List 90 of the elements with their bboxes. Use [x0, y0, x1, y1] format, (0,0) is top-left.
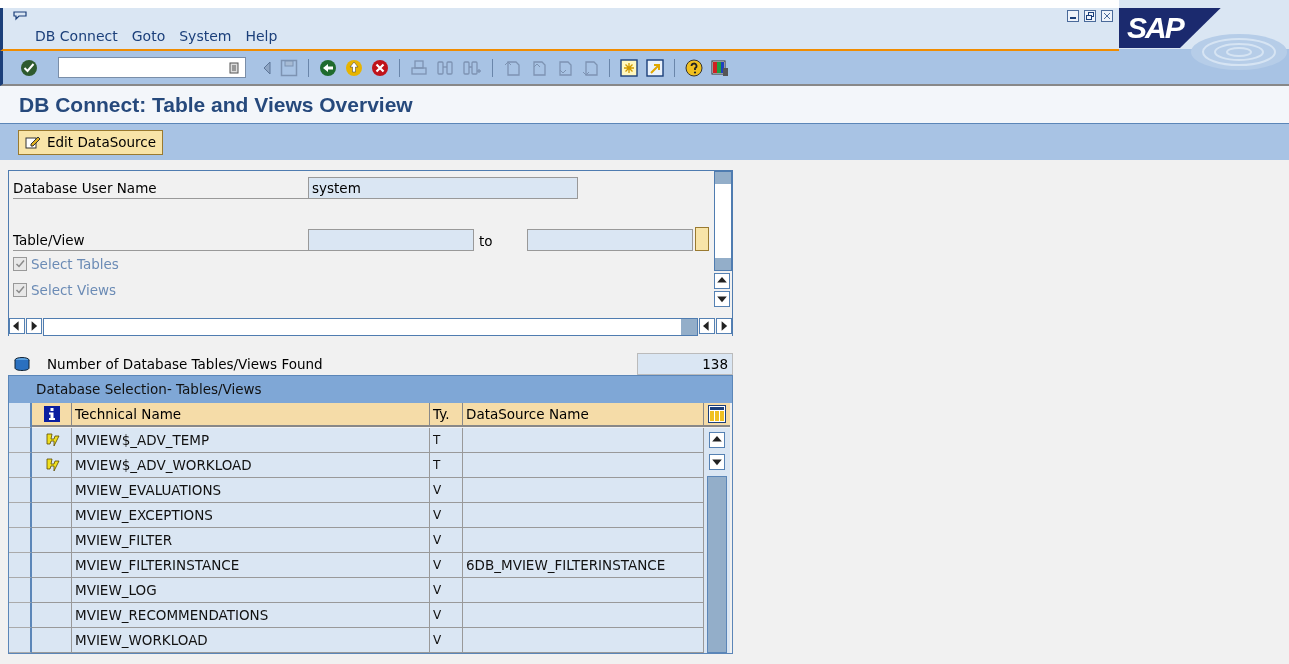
scroll-down-button[interactable] [714, 291, 730, 307]
to-label: to [478, 233, 494, 251]
row-selector[interactable] [9, 603, 32, 628]
table-cell: V [430, 603, 463, 628]
table-scrollbar[interactable] [704, 428, 730, 653]
first-page-icon[interactable] [503, 58, 521, 77]
count-label: Number of Database Tables/Views Found [47, 356, 324, 372]
lightning-icon [46, 433, 60, 447]
last-page-icon[interactable] [581, 58, 599, 77]
minimize-icon[interactable] [1067, 10, 1079, 22]
checkmark-icon[interactable] [20, 58, 38, 77]
column-header[interactable]: Ty. [430, 403, 463, 427]
restore-icon[interactable] [1084, 10, 1096, 22]
table-cell: MVIEW_FILTERINSTANCE [72, 553, 430, 578]
table-cell: MVIEW_RECOMMENDATIONS [72, 603, 430, 628]
row-selector[interactable] [9, 478, 32, 503]
scroll-thumb[interactable] [715, 258, 731, 270]
scroll-right-button[interactable] [716, 318, 732, 334]
column-header[interactable]: Technical Name [72, 403, 430, 427]
table-cell: V [430, 553, 463, 578]
row-selector[interactable] [9, 528, 32, 553]
close-icon[interactable] [1101, 10, 1113, 22]
table-cell: MVIEW_FILTER [72, 528, 430, 553]
scroll-up-button[interactable] [709, 432, 725, 448]
table-cell: V [430, 628, 463, 653]
screen-title: DB Connect: Table and Views Overview [19, 92, 413, 117]
scroll-thumb[interactable] [715, 172, 731, 184]
menu-item[interactable]: Goto [131, 28, 166, 44]
table-cell: T [430, 453, 463, 478]
scroll-track[interactable] [714, 171, 732, 271]
menu-icon[interactable] [13, 11, 27, 23]
table-cell: V [430, 528, 463, 553]
table-title: Database Selection- Tables/Views [35, 380, 263, 399]
back-arrow-icon[interactable] [262, 59, 272, 76]
table-cell: MVIEW_LOG [72, 578, 430, 603]
edit-icon [25, 135, 41, 150]
table-cell: MVIEW$_ADV_WORKLOAD [72, 453, 430, 478]
new-session-icon[interactable] [620, 58, 638, 77]
scroll-thumb[interactable] [707, 476, 727, 653]
table-from-field[interactable] [308, 229, 474, 251]
scroll-down-button[interactable] [709, 454, 725, 470]
info-icon[interactable] [43, 406, 60, 422]
count-field: 138 [637, 353, 733, 375]
table-cell: MVIEW$_ADV_TEMP [72, 428, 430, 453]
find-next-icon[interactable] [462, 58, 482, 77]
checkmark-icon [15, 259, 25, 269]
table-cell: V [430, 578, 463, 603]
clipboard-icon [229, 61, 239, 74]
scroll-thumb[interactable] [681, 319, 697, 335]
exit-icon[interactable] [345, 58, 363, 77]
shortcut-icon[interactable] [646, 58, 664, 77]
row-selector[interactable] [9, 578, 32, 603]
field-label: Table/View [13, 232, 308, 251]
table-cell: 6DB_MVIEW_FILTERINSTANCE [463, 553, 704, 578]
row-selector[interactable] [9, 453, 32, 478]
layout-icon[interactable] [711, 58, 729, 77]
scroll-right-button[interactable] [26, 318, 42, 334]
database-icon [14, 357, 30, 371]
scroll-left-button[interactable] [9, 318, 25, 334]
select-all-button[interactable] [9, 403, 32, 428]
checkmark-icon [15, 285, 25, 295]
row-selector[interactable] [9, 503, 32, 528]
column-settings-icon[interactable] [708, 405, 726, 423]
menu-item[interactable]: Help [245, 28, 278, 44]
save-icon[interactable] [280, 58, 298, 77]
cancel-icon[interactable] [371, 58, 389, 77]
table-cell: V [430, 503, 463, 528]
table-cell: MVIEW_EVALUATIONS [72, 478, 430, 503]
menu-item[interactable]: System [179, 28, 232, 44]
sap-logo: SAP [1119, 8, 1221, 48]
edit-datasource-button[interactable]: Edit DataSource [18, 129, 164, 155]
scroll-left-button[interactable] [699, 318, 715, 334]
user-name-field[interactable]: system [308, 177, 578, 199]
back-icon[interactable] [319, 58, 337, 77]
table-cell: V [430, 478, 463, 503]
command-field[interactable] [58, 57, 246, 78]
menu-item[interactable]: DB Connect [35, 28, 118, 44]
row-selector[interactable] [9, 628, 32, 653]
row-selector[interactable] [9, 428, 32, 453]
column-header[interactable]: DataSource Name [463, 403, 704, 427]
table-cell: MVIEW_EXCEPTIONS [72, 503, 430, 528]
row-selector[interactable] [9, 553, 32, 578]
lightning-icon [46, 458, 60, 472]
table-cell: T [430, 428, 463, 453]
scroll-up-button[interactable] [714, 273, 730, 289]
field-label: Database User Name [13, 180, 308, 199]
table-to-field[interactable] [527, 229, 693, 251]
table-cell: MVIEW_WORKLOAD [72, 628, 430, 653]
multiple-selection-button[interactable] [695, 227, 709, 251]
help-icon[interactable] [685, 58, 703, 77]
